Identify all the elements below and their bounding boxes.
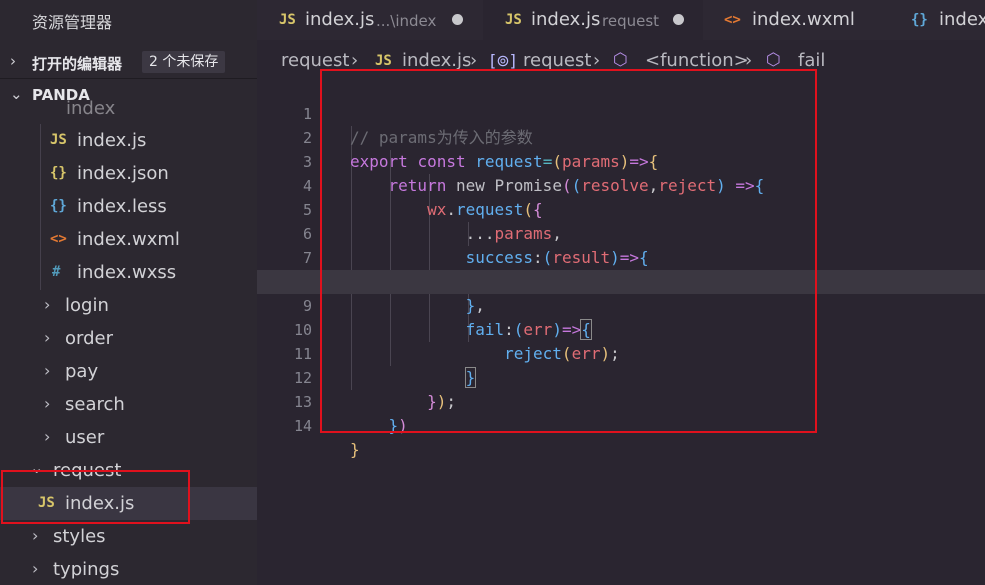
tree-item-label: user — [65, 427, 105, 448]
chevron-right-icon: › — [32, 526, 39, 545]
tree-folder-typings[interactable]: › typings — [0, 553, 257, 585]
tree-file-index-js[interactable]: JS index.js — [0, 124, 257, 157]
tree-folder-user[interactable]: › user — [0, 421, 257, 454]
function-cube-icon: ⬡ — [613, 50, 628, 70]
breadcrumb-separator: › — [470, 50, 478, 71]
wxml-file-icon: <> — [50, 231, 67, 247]
less-file-icon: {} — [50, 198, 67, 214]
unsaved-dot-icon[interactable] — [452, 14, 463, 25]
explorer-title: 资源管理器 — [32, 13, 113, 32]
tree-folder-styles[interactable]: › styles — [0, 520, 257, 553]
tab-index-wxml[interactable]: <> index.wxml — [703, 0, 890, 40]
tab-index-other[interactable]: {} index — [889, 0, 985, 40]
js-file-icon: JS — [375, 53, 392, 69]
breadcrumb-symbol-function[interactable]: <function> — [645, 50, 749, 71]
breadcrumb-separator: › — [745, 50, 753, 71]
tab-label: index.wxml — [752, 9, 855, 30]
braces-file-icon: {} — [911, 12, 928, 28]
open-editors-section[interactable]: › 打开的编辑器 2 个未保存 — [0, 46, 257, 79]
tab-index-js-index[interactable]: JS index.js ...\index — [257, 0, 484, 40]
breadcrumb-symbol-request[interactable]: request — [523, 50, 591, 71]
tree-item-label: index.wxss — [77, 262, 177, 283]
chevron-right-icon: › — [44, 328, 51, 347]
breadcrumb-folder[interactable]: request — [281, 50, 349, 71]
tab-index-js-request[interactable]: JS index.js request — [483, 0, 704, 40]
editor-tab-bar: JS index.js ...\index JS index.js reques… — [257, 0, 985, 40]
tab-label: index.js — [531, 9, 601, 30]
tree-item-label: order — [65, 328, 113, 349]
tree-item-label: index.less — [77, 196, 167, 217]
wxml-file-icon: <> — [724, 12, 741, 28]
explorer-sidebar: 资源管理器 › 打开的编辑器 2 个未保存 ⌄ PANDA index JS i… — [0, 0, 257, 585]
tree-file-index-wxss[interactable]: # index.wxss — [0, 256, 257, 289]
unsaved-count-badge: 2 个未保存 — [142, 51, 226, 73]
tab-label: index — [939, 9, 985, 30]
tree-file-index-wxml[interactable]: <> index.wxml — [0, 223, 257, 256]
tree-item-label: styles — [53, 526, 106, 547]
tree-folder-pay[interactable]: › pay — [0, 355, 257, 388]
open-editors-label: 打开的编辑器 — [32, 55, 123, 73]
tree-folder-login[interactable]: › login — [0, 289, 257, 322]
chevron-right-icon: › — [44, 427, 51, 446]
tree-file-index-json[interactable]: {} index.json — [0, 157, 257, 190]
variable-symbol-icon: [⊚] — [490, 51, 516, 70]
tree-folder-order[interactable]: › order — [0, 322, 257, 355]
json-file-icon: {} — [50, 165, 67, 181]
tree-item-label: index.js — [77, 130, 147, 151]
tree-item-label: typings — [53, 559, 120, 580]
tree-item-label: index — [66, 98, 116, 119]
js-file-icon: JS — [279, 12, 296, 28]
tree-folder-index[interactable]: index — [0, 92, 257, 125]
tree-item-label: pay — [65, 361, 99, 382]
tab-label: index.js — [305, 9, 375, 30]
js-file-icon: JS — [50, 132, 67, 148]
tab-description: ...\index — [376, 12, 437, 30]
tree-item-label: index.json — [77, 163, 169, 184]
wxss-file-icon: # — [52, 264, 61, 280]
chevron-right-icon: › — [10, 52, 16, 70]
breadcrumb-file[interactable]: index.js — [402, 50, 471, 71]
tree-item-label: index.wxml — [77, 229, 180, 250]
highlight-box-sidebar — [1, 470, 190, 524]
tree-file-index-less[interactable]: {} index.less — [0, 190, 257, 223]
tree-item-label: login — [65, 295, 109, 316]
tree-item-label: search — [65, 394, 125, 415]
breadcrumb-separator: › — [351, 50, 359, 71]
chevron-right-icon: › — [44, 394, 51, 413]
js-file-icon: JS — [505, 12, 522, 28]
breadcrumb-separator: › — [593, 50, 601, 71]
chevron-right-icon: › — [32, 559, 39, 578]
editor-pane: JS index.js ...\index JS index.js reques… — [257, 0, 985, 585]
line-number: 14 — [293, 417, 312, 435]
method-cube-icon: ⬡ — [766, 50, 781, 70]
tree-folder-search[interactable]: › search — [0, 388, 257, 421]
unsaved-dot-icon[interactable] — [673, 14, 684, 25]
chevron-right-icon: › — [44, 295, 51, 314]
tab-description: request — [602, 12, 660, 30]
breadcrumb-symbol-fail[interactable]: fail — [798, 50, 825, 71]
chevron-right-icon: › — [44, 361, 51, 380]
highlight-box-code — [320, 69, 817, 433]
line-content: } — [350, 440, 360, 459]
